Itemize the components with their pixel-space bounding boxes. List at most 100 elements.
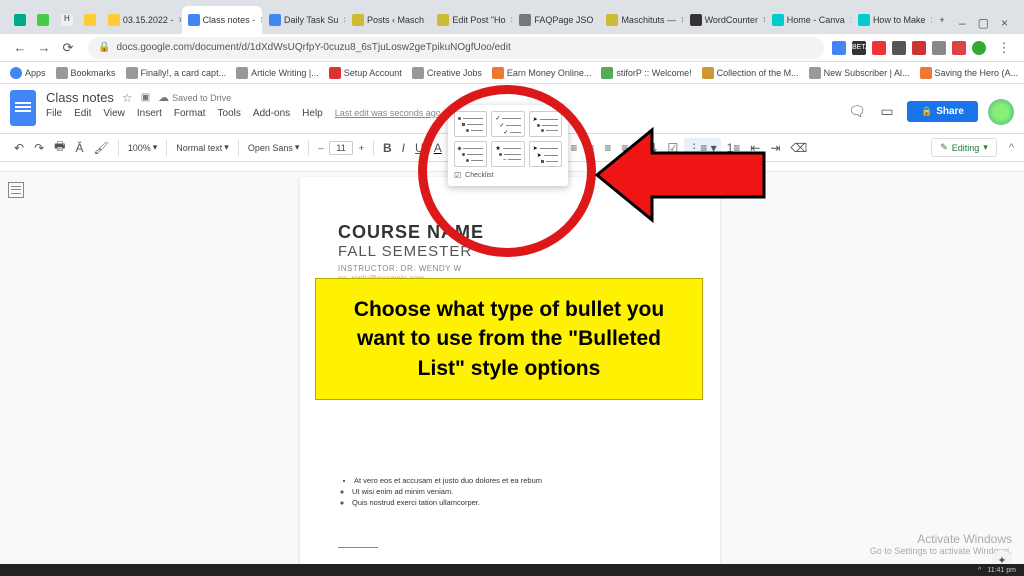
zoom-select[interactable]: 100% ▾ (124, 139, 162, 156)
bookmarks-bar: Apps Bookmarks Finally!, a card capt... … (0, 62, 1024, 84)
tab[interactable]: Daily Task Su× (263, 6, 345, 34)
increase-indent-button[interactable]: ⇥ (766, 138, 784, 158)
time-display: 11:41 pm (987, 567, 1016, 574)
back-button[interactable]: ← (11, 39, 29, 57)
checklist-option[interactable]: Checklist (454, 171, 562, 180)
move-icon[interactable]: ▣ (141, 92, 150, 103)
font-size-decrease[interactable]: – (314, 140, 327, 156)
ext-icon[interactable] (832, 41, 846, 55)
tab[interactable]: Edit Post "Ho× (431, 6, 512, 34)
forward-button[interactable]: → (35, 39, 53, 57)
menu-addons[interactable]: Add-ons (253, 108, 290, 119)
align-justify-button[interactable]: ≡ (617, 138, 632, 158)
print-button[interactable]: 🖶 (50, 134, 69, 161)
underline-button[interactable]: U (411, 138, 428, 158)
tab[interactable]: Posts ‹ Masch× (346, 6, 430, 34)
tab-active[interactable]: Class notes -× (182, 6, 262, 34)
font-size-increase[interactable]: + (355, 140, 368, 156)
tab[interactable]: WordCounter× (684, 6, 765, 34)
ext-icon[interactable] (952, 41, 966, 55)
bookmark-item[interactable]: Article Writing |... (236, 67, 319, 79)
bookmark-item[interactable]: Bookmarks (56, 67, 116, 79)
clear-formatting-button[interactable]: ⌫ (786, 138, 811, 158)
menu-help[interactable]: Help (302, 108, 323, 119)
align-left-button[interactable]: ≡ (566, 138, 581, 158)
reload-button[interactable]: ⟳ (59, 39, 77, 57)
bookmark-item[interactable]: Collection of the M... (702, 67, 799, 79)
italic-button[interactable]: I (398, 138, 409, 158)
ext-icon[interactable] (912, 41, 926, 55)
font-size-input[interactable]: 11 (329, 141, 352, 155)
bookmark-item[interactable]: Setup Account (329, 67, 402, 79)
account-avatar[interactable] (988, 99, 1014, 125)
share-button[interactable]: Share (907, 101, 978, 122)
ext-icon[interactable] (932, 41, 946, 55)
outline-toggle[interactable] (8, 182, 28, 198)
bold-button[interactable]: B (379, 138, 396, 158)
ext-icon[interactable] (872, 41, 886, 55)
ext-icon[interactable] (892, 41, 906, 55)
maximize-button[interactable]: ▢ (978, 16, 989, 30)
tab[interactable] (78, 6, 100, 34)
windows-taskbar[interactable]: ^ 11:41 pm (0, 564, 1024, 576)
menu-insert[interactable]: Insert (137, 108, 162, 119)
menu-edit[interactable]: Edit (74, 108, 91, 119)
tab[interactable]: H (55, 6, 77, 34)
comment-history-icon[interactable]: 🗨 (847, 102, 867, 122)
bookmark-item[interactable]: Finally!, a card capt... (126, 67, 227, 79)
menu-format[interactable]: Format (174, 108, 206, 119)
menu-tools[interactable]: Tools (218, 108, 241, 119)
present-icon[interactable]: ▭ (877, 102, 897, 122)
bookmark-item[interactable]: stiforP :: Welcome! (601, 67, 691, 79)
undo-button[interactable]: ↶ (10, 138, 28, 158)
tab[interactable] (31, 6, 53, 34)
bookmark-item[interactable]: Saving the Hero (A... (920, 67, 1019, 79)
tab[interactable] (8, 6, 30, 34)
bullet-style-option[interactable]: ★– (491, 141, 524, 167)
align-right-button[interactable]: ≡ (600, 138, 615, 158)
bookmark-item[interactable]: Earn Money Online... (492, 67, 592, 79)
bookmark-item[interactable]: New Subscriber | Al... (809, 67, 910, 79)
bullet-style-option[interactable]: ✓✓✓ (491, 111, 524, 137)
style-select[interactable]: Normal text ▾ (172, 139, 233, 156)
checklist-button[interactable]: ☑ (663, 138, 682, 158)
star-icon[interactable]: ☆ (122, 91, 133, 105)
bookmark-item[interactable]: Creative Jobs (412, 67, 482, 79)
tray-icon[interactable]: ^ (978, 567, 981, 574)
text-color-button[interactable]: A (430, 138, 446, 158)
new-tab-button[interactable]: + (933, 6, 950, 34)
ext-beta[interactable]: BETA (852, 41, 866, 55)
paint-format-button[interactable]: 🖌 (89, 138, 112, 158)
bullet-style-option[interactable] (454, 111, 487, 137)
mode-button[interactable]: ✎ Editing ▾ (931, 138, 997, 157)
redo-button[interactable]: ↷ (30, 138, 48, 158)
bullet-style-option[interactable]: ➤➤ (529, 141, 562, 167)
tab[interactable]: 03.15.2022 -× (102, 6, 181, 34)
tab[interactable]: FAQPage JSO× (513, 6, 599, 34)
decrease-indent-button[interactable]: ⇤ (746, 138, 764, 158)
profile-icon[interactable] (972, 41, 986, 55)
tab[interactable]: Home - Canva× (766, 6, 851, 34)
spellcheck-button[interactable]: Ǎ (71, 138, 87, 158)
font-select[interactable]: Open Sans ▾ (244, 139, 304, 156)
menu-file[interactable]: File (46, 108, 62, 119)
document-title[interactable]: Class notes (46, 90, 114, 105)
tab[interactable]: How to Make× (852, 6, 932, 34)
bullet-style-option[interactable]: ➤ (529, 111, 562, 137)
collapse-toolbar-button[interactable]: ^ (1009, 142, 1014, 154)
numbered-list-button[interactable]: 1≡ (723, 138, 745, 158)
align-center-button[interactable]: ≡ (583, 138, 598, 158)
bulleted-list-button[interactable]: ⋮≡ ▾ (684, 138, 720, 158)
docs-logo-icon[interactable] (10, 90, 36, 126)
url-input[interactable]: 🔒docs.google.com/document/d/1dXdWsUQrfpY… (88, 37, 824, 59)
tab[interactable]: Maschituts —× (600, 6, 682, 34)
line-spacing-button[interactable]: ⇅ (643, 138, 661, 158)
bullet-style-option[interactable] (454, 141, 487, 167)
chrome-menu[interactable]: ⋮ (995, 39, 1013, 57)
menu-view[interactable]: View (103, 108, 125, 119)
last-edit[interactable]: Last edit was seconds ago (335, 108, 441, 119)
bookmark-item[interactable]: Apps (10, 67, 46, 79)
close-button[interactable]: × (1001, 16, 1008, 30)
minimize-button[interactable]: – (959, 16, 966, 30)
divider (338, 547, 378, 548)
